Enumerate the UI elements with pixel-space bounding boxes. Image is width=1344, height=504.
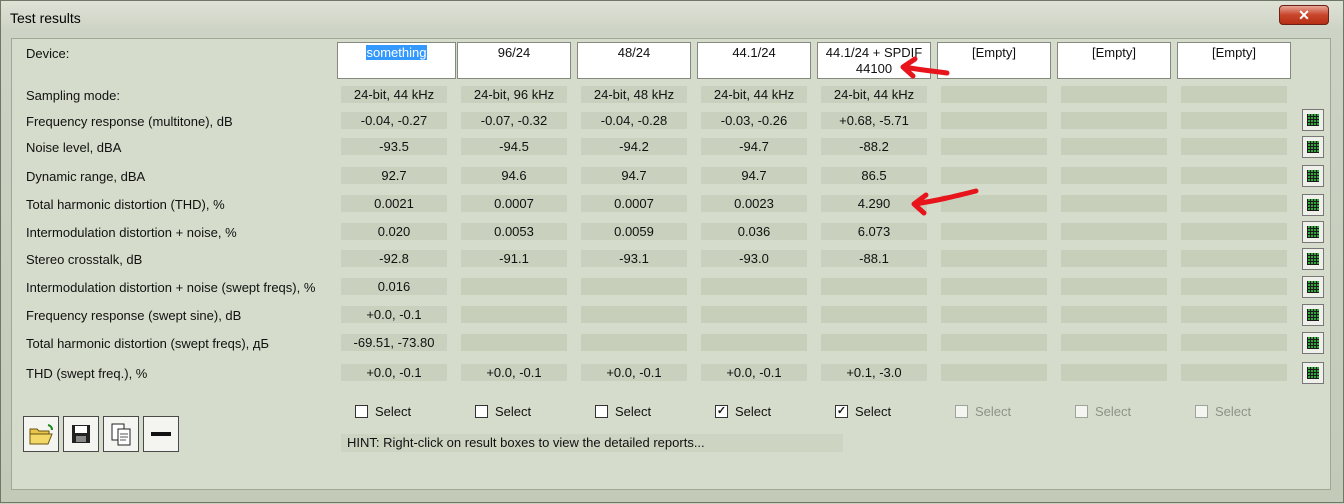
annotation-arrow-icon [911,188,979,216]
test-results-window: Test results ✕ Device: something 96/24 48/… [0,0,1344,503]
annotation-overlay [900,56,979,216]
annotation-arrow-icon [900,56,950,79]
